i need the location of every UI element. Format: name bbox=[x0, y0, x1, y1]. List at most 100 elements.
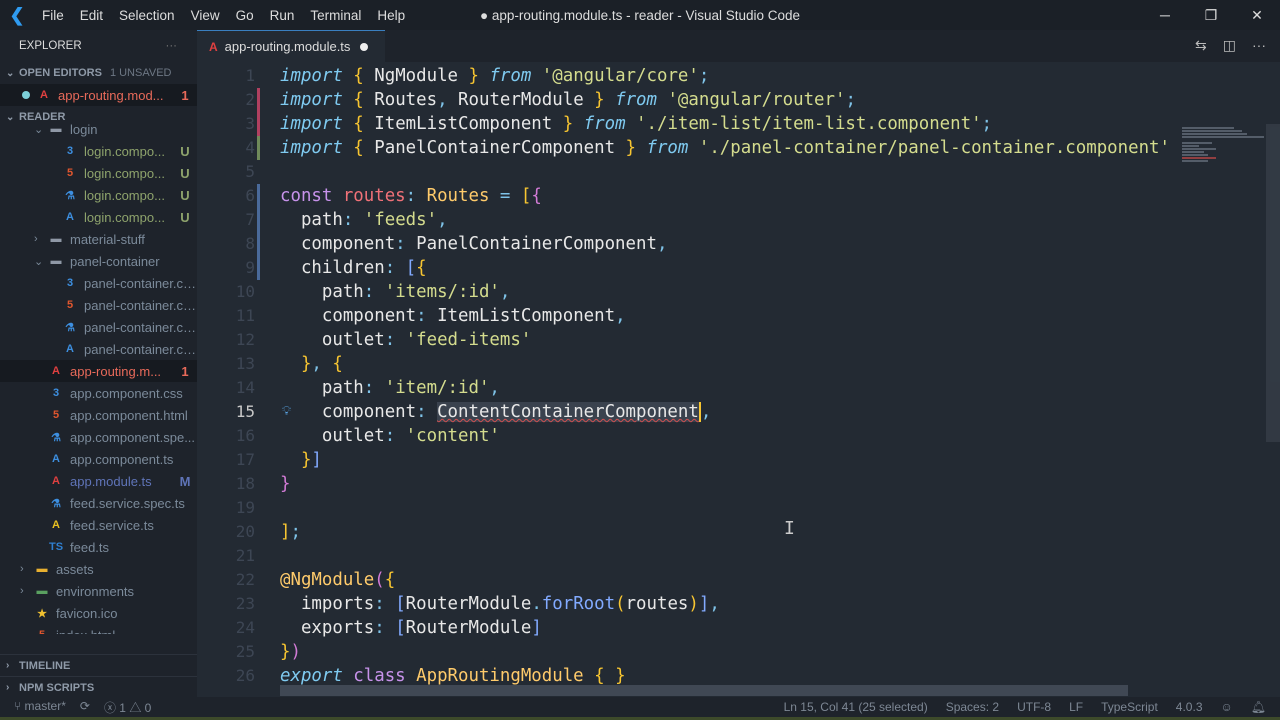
code-line[interactable]: 18} bbox=[197, 472, 1280, 496]
vertical-scrollbar[interactable] bbox=[1266, 124, 1280, 442]
unsaved-dot-icon[interactable] bbox=[360, 42, 369, 51]
code-line[interactable]: 7 path: 'feeds', bbox=[197, 208, 1280, 232]
open-editors-section[interactable]: ⌄ OPEN EDITORS 1 UNSAVED bbox=[0, 62, 197, 84]
typescript-version[interactable]: 4.0.3 bbox=[1176, 700, 1203, 714]
code-line[interactable]: 24 exports: [RouterModule] bbox=[197, 616, 1280, 640]
section-label: TIMELINE bbox=[19, 659, 71, 672]
file-item[interactable]: Afeed.service.ts bbox=[0, 514, 197, 536]
code-line[interactable]: 14 path: 'item/:id', bbox=[197, 376, 1280, 400]
folder-item[interactable]: ⌄ ▬ panel-container bbox=[0, 250, 197, 272]
file-item[interactable]: 3 panel-container.co... bbox=[0, 272, 197, 294]
file-item[interactable]: 3 app.component.css bbox=[0, 382, 197, 404]
code-line[interactable]: 8 component: PanelContainerComponent, bbox=[197, 232, 1280, 256]
code-line[interactable]: 6 const routes: Routes = [{ bbox=[197, 184, 1280, 208]
line-ending[interactable]: LF bbox=[1069, 700, 1083, 714]
folder-item[interactable]: ⌄ ▬ login bbox=[0, 118, 197, 140]
folder-item[interactable]: › ▬ assets bbox=[0, 558, 197, 580]
file-item[interactable]: 5 index.html bbox=[0, 624, 197, 635]
minimap[interactable] bbox=[1182, 126, 1268, 186]
code-line[interactable]: 4 import { PanelContainerComponent } from… bbox=[197, 136, 1280, 160]
chevron-down-icon: ⌄ bbox=[34, 123, 44, 136]
file-item[interactable]: ⚗ app.component.spe... bbox=[0, 426, 197, 448]
file-item[interactable]: 5 login.compo... U bbox=[0, 162, 197, 184]
code-line[interactable]: 23 imports: [RouterModule.forRoot(routes… bbox=[197, 592, 1280, 616]
problems-indicator[interactable]: ⓧ 1 △ 0 bbox=[104, 699, 151, 716]
file-item[interactable]: Aapp-routing.m... 1 bbox=[0, 360, 197, 382]
code-line[interactable]: 3 import { ItemListComponent } from './it… bbox=[197, 112, 1280, 136]
file-item[interactable]: ⚗ feed.service.spec.ts bbox=[0, 492, 197, 514]
file-item[interactable]: ⚗ panel-container.co... bbox=[0, 316, 197, 338]
code-line[interactable]: 15 component: ContentContainerComponent,… bbox=[197, 400, 1280, 424]
more-actions-button[interactable]: ··· bbox=[166, 40, 178, 52]
quick-fix-lightbulb-icon[interactable]: 💡︎ bbox=[282, 400, 291, 424]
code-token: } bbox=[552, 114, 584, 134]
open-editor-item[interactable]: A app-routing.mod... 1 bbox=[0, 84, 197, 106]
split-editor-icon[interactable]: ◫ bbox=[1223, 37, 1236, 54]
file-item[interactable]: 3 login.compo... U bbox=[0, 140, 197, 162]
cursor-position[interactable]: Ln 15, Col 41 (25 selected) bbox=[784, 700, 928, 714]
menu-file[interactable]: File bbox=[42, 8, 64, 23]
star-icon: ★ bbox=[37, 607, 47, 620]
code-text: children: [{ bbox=[280, 256, 427, 280]
code-line[interactable]: 9 children: [{ bbox=[197, 256, 1280, 280]
code-line[interactable]: 12 outlet: 'feed-items' bbox=[197, 328, 1280, 352]
notifications-icon[interactable]: 🔔︎ bbox=[1251, 700, 1266, 714]
menu-go[interactable]: Go bbox=[236, 8, 254, 23]
code-token: './item-list/item-list.component' bbox=[625, 114, 982, 134]
encoding[interactable]: UTF-8 bbox=[1017, 700, 1051, 714]
sync-icon[interactable]: ⟳ bbox=[80, 699, 90, 716]
file-item[interactable]: ⚗ login.compo... U bbox=[0, 184, 197, 206]
timeline-section[interactable]: › TIMELINE bbox=[0, 654, 197, 676]
code-line[interactable]: 22 @NgModule({ bbox=[197, 568, 1280, 592]
language-mode[interactable]: TypeScript bbox=[1101, 700, 1158, 714]
minimize-button[interactable]: ─ bbox=[1142, 0, 1188, 30]
file-item[interactable]: Aapp.component.ts bbox=[0, 448, 197, 470]
chevron-right-icon: › bbox=[20, 585, 24, 597]
code-line[interactable]: 13 }, { bbox=[197, 352, 1280, 376]
code-token: ] bbox=[531, 618, 542, 638]
code-token: ItemListComponent bbox=[437, 306, 616, 326]
menu-edit[interactable]: Edit bbox=[80, 8, 103, 23]
menu-terminal[interactable]: Terminal bbox=[310, 8, 361, 23]
file-item[interactable]: ★ favicon.ico bbox=[0, 602, 197, 624]
code-line[interactable]: 10 path: 'items/:id', bbox=[197, 280, 1280, 304]
file-item[interactable]: Apanel-container.co... bbox=[0, 338, 197, 360]
menu-view[interactable]: View bbox=[191, 8, 220, 23]
file-item[interactable]: 5 panel-container.co... bbox=[0, 294, 197, 316]
code-line[interactable]: 2 import { Routes, RouterModule } from '@… bbox=[197, 88, 1280, 112]
code-text: path: 'feeds', bbox=[280, 208, 448, 232]
restore-button[interactable]: ❐ bbox=[1188, 0, 1234, 30]
feedback-icon[interactable]: ☺ bbox=[1221, 700, 1233, 714]
tab-app-routing[interactable]: A app-routing.module.ts bbox=[197, 30, 385, 62]
unsaved-badge: 1 UNSAVED bbox=[109, 67, 172, 79]
file-item[interactable]: Aapp.module.ts M bbox=[0, 470, 197, 492]
code-line[interactable]: 21 bbox=[197, 544, 1280, 568]
code-line[interactable]: 17 }] bbox=[197, 448, 1280, 472]
file-name: app.component.html bbox=[70, 407, 188, 423]
npm-scripts-section[interactable]: › NPM SCRIPTS bbox=[0, 676, 197, 697]
file-item[interactable]: 5 app.component.html bbox=[0, 404, 197, 426]
folder-item[interactable]: › ▬ material-stuff bbox=[0, 228, 197, 250]
folder-item[interactable]: › ▬ environments bbox=[0, 580, 197, 602]
code-editor[interactable]: 1 import { NgModule } from '@angular/core… bbox=[197, 62, 1280, 697]
code-line[interactable]: 19 bbox=[197, 496, 1280, 520]
menu-selection[interactable]: Selection bbox=[119, 8, 175, 23]
line-number: 5 bbox=[245, 162, 255, 181]
indentation[interactable]: Spaces: 2 bbox=[946, 700, 999, 714]
compare-changes-icon[interactable]: ⇆ bbox=[1195, 37, 1207, 54]
code-line[interactable]: 20]; bbox=[197, 520, 1280, 544]
code-line[interactable]: 5 bbox=[197, 160, 1280, 184]
menu-help[interactable]: Help bbox=[377, 8, 405, 23]
code-line[interactable]: 1 import { NgModule } from '@angular/core… bbox=[197, 64, 1280, 88]
code-line[interactable]: 16 outlet: 'content' bbox=[197, 424, 1280, 448]
horizontal-scrollbar[interactable] bbox=[280, 685, 1128, 696]
code-line[interactable]: 11 component: ItemListComponent, bbox=[197, 304, 1280, 328]
file-item[interactable]: Alogin.compo... U bbox=[0, 206, 197, 228]
file-item[interactable]: TS feed.ts bbox=[0, 536, 197, 558]
chevron-down-icon: ⌄ bbox=[34, 255, 44, 268]
code-line[interactable]: 25}) bbox=[197, 640, 1280, 664]
branch-indicator[interactable]: ⑂ master* bbox=[14, 699, 66, 716]
more-actions-icon[interactable]: ··· bbox=[1252, 37, 1266, 54]
menu-run[interactable]: Run bbox=[270, 8, 295, 23]
close-button[interactable]: ✕ bbox=[1234, 0, 1280, 30]
